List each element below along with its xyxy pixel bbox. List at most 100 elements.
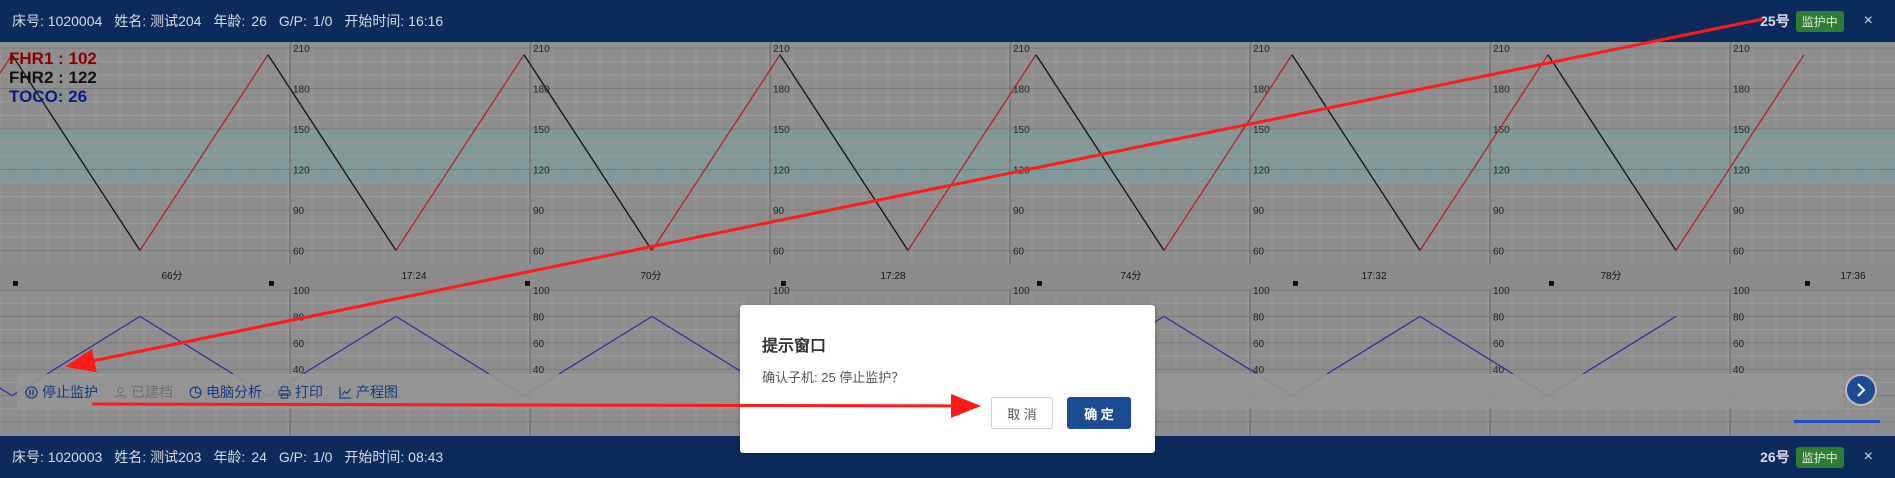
toco-readout: TOCO: 26 [9, 87, 88, 106]
fhr1-readout: FHR1 : 102 [9, 49, 97, 68]
toco-tick-label: 60 [1493, 339, 1505, 350]
computer-analysis-label: 电脑分析 [206, 384, 262, 400]
fhr-tick-label: 120 [1733, 166, 1750, 177]
time-label: 17:32 [1361, 271, 1386, 282]
fhr-tick-label: 120 [1253, 166, 1270, 177]
unit-number: 26号 [1760, 449, 1790, 465]
toco-tick-label: 100 [773, 286, 790, 297]
scroll-progress [1794, 420, 1880, 423]
bed-number: 床号: 1020004 [12, 13, 103, 29]
toco-tick-label: 100 [1733, 286, 1750, 297]
fhr-tick-label: 90 [1013, 206, 1025, 217]
fhr-tick-label: 90 [773, 206, 785, 217]
fhr-tick-label: 120 [773, 166, 790, 177]
minute-marker [1805, 281, 1810, 286]
fhr-tick-label: 90 [1733, 206, 1745, 217]
fhr-tick-label: 150 [1733, 125, 1750, 136]
bed-number: 床号: 1020003 [12, 449, 103, 465]
time-label: 78分 [1600, 270, 1621, 282]
minute-marker [1549, 281, 1554, 286]
fhr-tick-label: 90 [1253, 206, 1265, 217]
fhr-tick-label: 150 [533, 125, 550, 136]
gp-label: G/P: [278, 13, 307, 29]
toco-tick-label: 100 [293, 286, 310, 297]
archived-button[interactable]: 已建档 [114, 382, 173, 402]
fhr-tick-label: 60 [1253, 247, 1265, 258]
print-button[interactable]: 打印 [278, 382, 323, 402]
stop-monitor-button[interactable]: 停止监护 [25, 382, 98, 402]
time-label: 17:24 [401, 271, 426, 282]
time-label: 17:36 [1840, 271, 1865, 282]
minute-marker [13, 281, 18, 286]
toco-tick-label: 80 [1253, 312, 1265, 323]
archived-label: 已建档 [131, 384, 173, 400]
toco-tick-label: 80 [293, 312, 305, 323]
age-value: 24 [251, 449, 267, 465]
fhr-tick-label: 60 [1013, 247, 1025, 258]
fhr-tick-label: 210 [293, 44, 310, 55]
confirm-dialog: 提示窗口 确认子机: 25 停止监护？ 取 消 确 定 [740, 305, 1155, 453]
dialog-message: 确认子机: 25 停止监护？ [762, 370, 905, 385]
gp-value: 1/0 [312, 13, 333, 29]
fhr-tick-label: 90 [1493, 206, 1505, 217]
time-label: 66分 [161, 270, 182, 282]
fhr-tick-label: 180 [1493, 85, 1510, 96]
time-label: 74分 [1120, 270, 1141, 282]
partogram-button[interactable]: 产程图 [339, 382, 398, 402]
toco-tick-label: 80 [1493, 312, 1505, 323]
monitor-header: 床号: 1020004 姓名: 测试204 年龄: 26 G/P: 1/0 开始时间… [0, 0, 1895, 42]
fhr-tick-label: 60 [773, 247, 785, 258]
close-icon[interactable]: × [1864, 448, 1873, 466]
toco-tick-label: 100 [1013, 286, 1030, 297]
fhr-tick-label: 210 [773, 44, 790, 55]
fhr-tick-label: 120 [293, 166, 310, 177]
fhr-tick-label: 210 [1013, 44, 1030, 55]
partogram-label: 产程图 [356, 384, 398, 400]
toco-tick-label: 100 [533, 286, 550, 297]
patient-name: 姓名: 测试203 [114, 449, 202, 465]
status-badge: 监护中 [1795, 10, 1844, 32]
dialog-title: 提示窗口 [762, 338, 827, 355]
minute-marker [269, 281, 274, 286]
unit-number: 25号 [1760, 13, 1790, 29]
toco-tick-label: 80 [1733, 312, 1745, 323]
gp-value: 1/0 [312, 449, 333, 465]
stop-monitor-label: 停止监护 [42, 384, 98, 400]
computer-analysis-button[interactable]: 电脑分析 [189, 382, 262, 402]
fhr-tick-label: 180 [1733, 85, 1750, 96]
fhr-tick-label: 60 [533, 247, 545, 258]
minute-marker [781, 281, 786, 286]
toco-tick-label: 100 [1493, 286, 1510, 297]
time-label: 70分 [640, 270, 661, 282]
close-icon[interactable]: × [1864, 12, 1873, 30]
toco-tick-label: 60 [293, 339, 305, 350]
time-label: 17:28 [880, 271, 905, 282]
age-value: 26 [251, 13, 267, 29]
print-label: 打印 [295, 384, 323, 400]
start-time: 开始时间: 16:16 [344, 13, 444, 29]
start-time: 开始时间: 08:43 [344, 449, 444, 465]
fhr-tick-label: 60 [293, 247, 305, 258]
confirm-button[interactable]: 确 定 [1067, 397, 1131, 429]
fhr-tick-label: 150 [293, 125, 310, 136]
fhr2-readout: FHR2 : 122 [9, 68, 97, 87]
fhr-tick-label: 120 [533, 166, 550, 177]
printer-icon [278, 385, 291, 399]
fhr-tick-label: 150 [1253, 125, 1270, 136]
toco-tick-label: 80 [533, 312, 545, 323]
fhr-tick-label: 180 [1253, 85, 1270, 96]
pause-icon [25, 385, 38, 399]
toco-tick-label: 60 [533, 339, 545, 350]
line-chart-icon [339, 386, 352, 399]
fhr-tick-label: 90 [293, 206, 305, 217]
next-page-button[interactable] [1845, 374, 1877, 406]
fhr-tick-label: 120 [1013, 166, 1030, 177]
minute-marker [1293, 281, 1298, 286]
fhr-tick-label: 60 [1733, 247, 1745, 258]
patient-name: 姓名: 测试204 [114, 13, 202, 29]
fhr-tick-label: 210 [1253, 44, 1270, 55]
fhr-tick-label: 120 [1493, 166, 1510, 177]
toco-tick-label: 100 [1253, 286, 1270, 297]
cancel-button[interactable]: 取 消 [991, 397, 1053, 429]
minute-marker [1037, 281, 1042, 286]
